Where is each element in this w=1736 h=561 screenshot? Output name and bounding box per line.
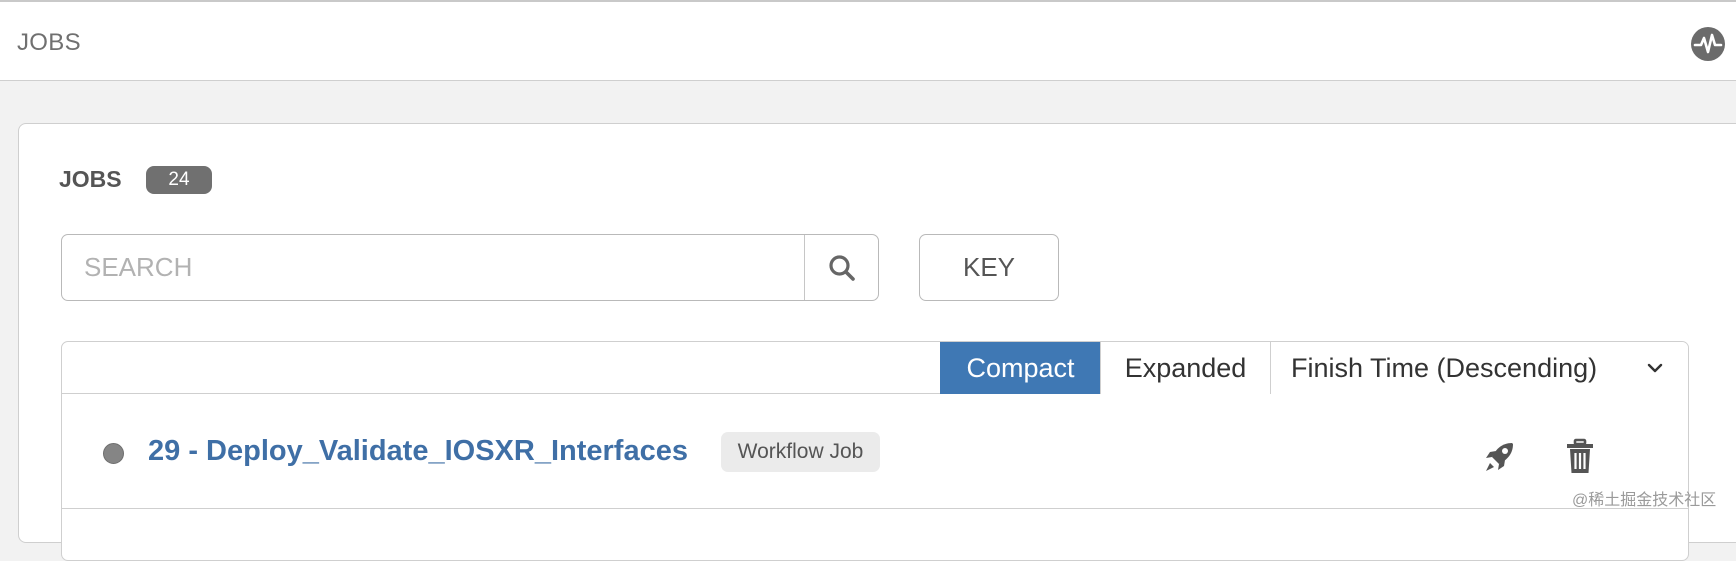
delete-button[interactable] — [1562, 437, 1598, 477]
top-header-bar: JOBS — [0, 0, 1736, 81]
chevron-down-icon — [1646, 342, 1668, 394]
activity-stream-icon[interactable] — [1690, 26, 1726, 62]
sort-selected-label: Finish Time (Descending) — [1291, 353, 1598, 383]
job-name-link[interactable]: 29 - Deploy_Validate_IOSXR_Interfaces — [148, 435, 688, 468]
jobs-list: Compact Expanded Finish Time (Descending… — [61, 341, 1689, 561]
trash-icon — [1567, 438, 1593, 473]
job-row: 29 - Deploy_Validate_IOSXR_Interfaces Wo… — [62, 395, 1688, 509]
search-icon — [828, 254, 855, 281]
relaunch-button[interactable] — [1480, 437, 1520, 477]
sort-select[interactable]: Finish Time (Descending) — [1270, 342, 1688, 394]
rocket-icon — [1486, 443, 1513, 471]
jobs-panel-title: JOBS — [59, 166, 122, 192]
compact-view-button[interactable]: Compact — [940, 342, 1100, 394]
job-type-badge: Workflow Job — [721, 432, 880, 472]
search-box — [61, 234, 879, 301]
watermark-text: @稀土掘金技术社区 — [1572, 492, 1717, 509]
expanded-view-button[interactable]: Expanded — [1100, 342, 1270, 394]
list-toolbar: Compact Expanded Finish Time (Descending… — [62, 342, 1688, 394]
page-title: JOBS — [17, 29, 81, 56]
jobs-panel: JOBS 24 KEY Compact Expanded Finish Time… — [18, 123, 1736, 561]
search-button[interactable] — [804, 235, 878, 300]
job-status-icon[interactable] — [103, 443, 124, 464]
search-input[interactable] — [62, 235, 804, 300]
key-button[interactable]: KEY — [919, 234, 1059, 301]
jobs-count-badge: 24 — [146, 166, 212, 194]
